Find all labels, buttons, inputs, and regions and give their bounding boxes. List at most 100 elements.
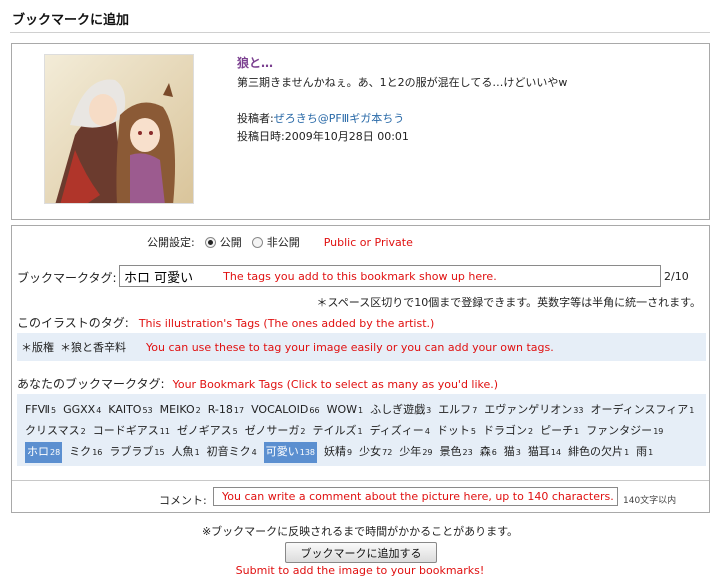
my-tag-count: 2 [80, 427, 86, 436]
bookmark-form: 公開設定: 公開 非公開 Public or Private ブックマークタグ:… [11, 225, 710, 513]
my-tag-name: 雨 [636, 445, 648, 458]
date-value: 2009年10月28日 00:01 [284, 130, 409, 143]
my-tag-count: 1 [624, 448, 630, 457]
my-tag-item[interactable]: MEIKO2 [160, 400, 201, 421]
my-tag-name: 少年 [399, 445, 422, 458]
radio-public[interactable] [204, 236, 216, 248]
illust-tag[interactable]: ＊版権 [21, 339, 54, 355]
add-bookmark-button[interactable]: ブックマークに追加する [285, 542, 437, 563]
my-tag-count: 11 [159, 427, 170, 436]
my-tag-count: 28 [50, 448, 61, 457]
my-tag-count: 2 [528, 427, 534, 436]
my-tag-count: 53 [142, 406, 153, 415]
my-tag-item[interactable]: ゼノサーガ2 [245, 421, 306, 442]
my-tag-name: 少女 [359, 445, 382, 458]
my-tags-annotation: Your Bookmark Tags (Click to select as m… [172, 378, 499, 391]
privacy-annotation: Public or Private [323, 235, 413, 249]
radio-private-label[interactable]: 非公開 [267, 234, 300, 250]
comment-annotation: You can write a comment about the pictur… [222, 490, 614, 503]
my-tag-count: 6 [491, 448, 497, 457]
work-thumbnail[interactable] [44, 54, 194, 204]
my-tag-name: R-18 [207, 403, 233, 416]
my-tag-count: 33 [573, 406, 584, 415]
my-tag-item[interactable]: ファンタジー19 [586, 421, 663, 442]
my-tag-item[interactable]: 猫耳14 [528, 442, 561, 463]
tag-input-hint: ＊スペース区切りで10個まで登録できます。英数字等は半角に統一されます。 [316, 296, 701, 309]
my-tag-item[interactable]: 少女72 [359, 442, 392, 463]
my-tag-item[interactable]: ラブラブ15 [109, 442, 164, 463]
my-tag-name: 人魚 [171, 445, 194, 458]
my-tag-count: 5 [232, 427, 238, 436]
my-tag-name: MEIKO [159, 403, 195, 416]
my-tag-item[interactable]: 妖精9 [324, 442, 352, 463]
my-tag-item[interactable]: エルフ7 [438, 400, 477, 421]
my-tag-item[interactable]: 緋色の欠片1 [568, 442, 629, 463]
my-tag-item[interactable]: エヴァンゲリオン33 [484, 400, 583, 421]
my-tag-item[interactable]: ドット5 [437, 421, 476, 442]
my-tag-item[interactable]: 森6 [480, 442, 497, 463]
my-tag-count: 29 [422, 448, 433, 457]
my-tag-item[interactable]: GGXX4 [63, 400, 101, 421]
my-tag-item[interactable]: FFⅦ5 [25, 400, 56, 421]
my-tag-item[interactable]: VOCALOID66 [251, 400, 320, 421]
my-tag-item[interactable]: ミク16 [69, 442, 102, 463]
my-tag-count: 4 [96, 406, 102, 415]
my-tag-name: ファンタジー [586, 424, 653, 437]
my-tag-item[interactable]: ドラゴン2 [483, 421, 533, 442]
my-tag-name: 可愛い [265, 445, 299, 458]
comment-label: コメント: [159, 494, 207, 507]
my-tag-count: 23 [462, 448, 473, 457]
my-tag-item[interactable]: クリスマス2 [25, 421, 86, 442]
my-tag-item[interactable]: ディズィー4 [370, 421, 430, 442]
my-tag-item[interactable]: ホロ28 [25, 442, 63, 463]
my-tag-name: 初音ミク [206, 445, 251, 458]
illust-tags-heading: このイラストのタグ: This illustration's Tags (The … [17, 314, 434, 331]
my-tag-item[interactable]: 可愛い138 [263, 442, 318, 463]
my-tag-item[interactable]: 人魚1 [172, 442, 200, 463]
my-tag-item[interactable]: ゼノギアス5 [177, 421, 238, 442]
my-tag-item[interactable]: 初音ミク4 [207, 442, 257, 463]
thumbnail-illustration [45, 55, 193, 203]
my-tag-count: 3 [426, 406, 432, 415]
my-tag-name: 森 [479, 445, 491, 458]
my-tag-item[interactable]: KAITO53 [108, 400, 152, 421]
my-tag-name: 緋色の欠片 [568, 445, 624, 458]
my-tag-item[interactable]: ふしぎ遊戯3 [370, 400, 431, 421]
illust-tags-label: このイラストのタグ: [17, 316, 129, 330]
my-tag-item[interactable]: コードギアス11 [93, 421, 170, 442]
my-tag-count: 15 [154, 448, 165, 457]
my-tag-name: 猫 [503, 445, 515, 458]
my-tag-item[interactable]: R-1817 [208, 400, 244, 421]
my-tag-item[interactable]: 猫3 [504, 442, 521, 463]
my-tag-name: ホロ [27, 445, 49, 458]
illust-tags-annotation: This illustration's Tags (The ones added… [138, 317, 435, 330]
my-tag-count: 4 [424, 427, 430, 436]
my-tag-item[interactable]: 景色23 [440, 442, 473, 463]
my-tag-name: ゼノサーガ [244, 424, 300, 437]
comment-input[interactable]: You can write a comment about the pictur… [213, 487, 618, 506]
my-tag-item[interactable]: オーディンスフィア1 [590, 400, 694, 421]
my-tag-item[interactable]: 少年29 [399, 442, 432, 463]
my-tag-name: テイルズ [312, 424, 357, 437]
my-tags-label: あなたのブックマークタグ: [17, 377, 165, 391]
reflection-notice: ※ブックマークに反映されるまで時間がかかることがあります。 [201, 525, 519, 538]
my-tag-item[interactable]: ピーチ1 [540, 421, 579, 442]
my-tag-item[interactable]: WOW1 [327, 400, 364, 421]
my-tag-count: 1 [689, 406, 695, 415]
comment-limit: 140文字以内 [623, 496, 677, 506]
work-title[interactable]: 狼と… [237, 54, 273, 71]
my-tag-count: 1 [574, 427, 580, 436]
my-tag-name: WOW [326, 403, 357, 416]
radio-private[interactable] [251, 236, 263, 248]
my-tag-count: 3 [515, 448, 521, 457]
my-tag-name: VOCALOID [251, 403, 309, 416]
bookmark-tag-input[interactable]: ホロ 可愛い The tags you add to this bookmark… [119, 265, 661, 287]
poster-link[interactable]: ぜろきち@PFⅢギガ本ちう [274, 112, 405, 125]
my-tag-count: 1 [194, 448, 200, 457]
illust-tag[interactable]: ＊狼と香辛料 [60, 339, 126, 355]
my-tag-item[interactable]: 雨1 [636, 442, 653, 463]
my-tag-name: 妖精 [324, 445, 347, 458]
my-tag-name: ふしぎ遊戯 [370, 403, 426, 416]
radio-public-label[interactable]: 公開 [220, 234, 242, 250]
my-tag-item[interactable]: テイルズ1 [312, 421, 362, 442]
